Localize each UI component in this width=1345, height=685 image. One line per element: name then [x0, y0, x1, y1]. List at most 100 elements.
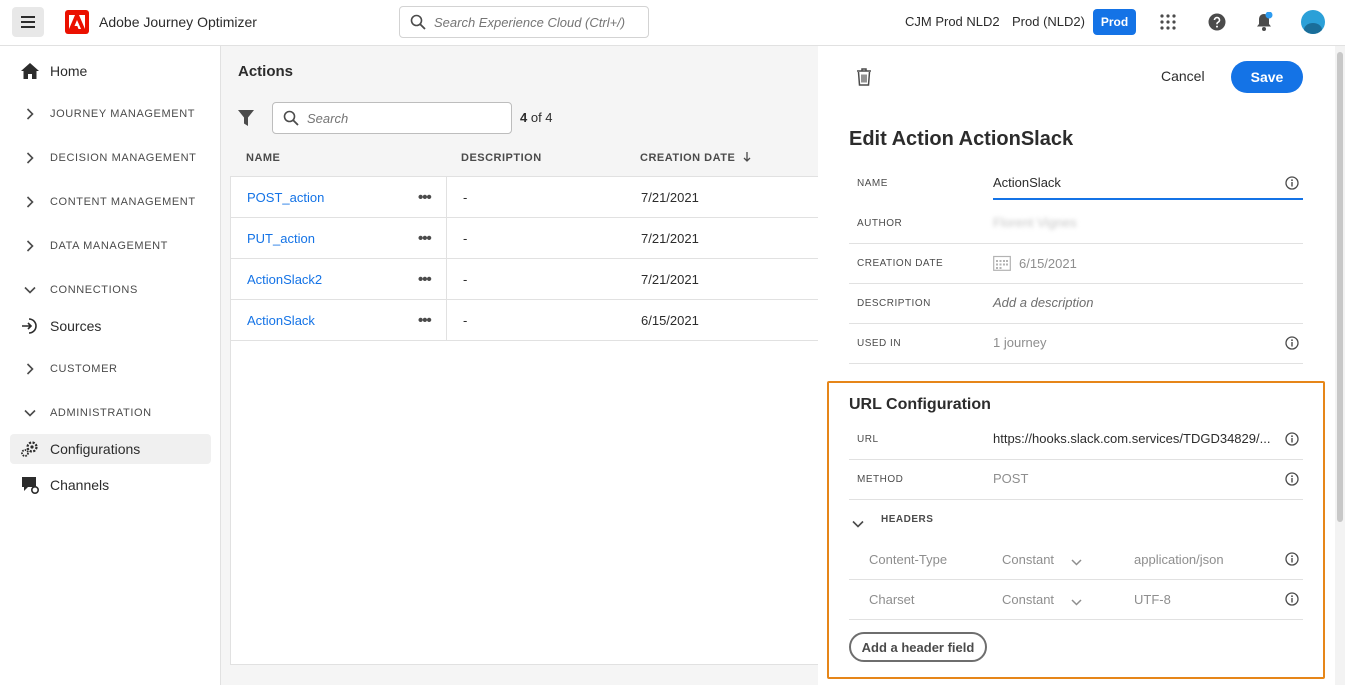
chevron-down-icon — [10, 409, 50, 417]
sidebar-item-label: Home — [50, 63, 88, 79]
url-field-row: URL https://hooks.slack.com.services/TDG… — [849, 420, 1303, 460]
sidebar-section-connections[interactable]: CONNECTIONS — [10, 275, 211, 305]
sidebar-section-decision-management[interactable]: DECISION MANAGEMENT — [10, 143, 211, 173]
left-nav: Home JOURNEY MANAGEMENT DECISION MANAGEM… — [0, 46, 221, 685]
header-source-select[interactable]: Constant — [1002, 592, 1054, 607]
action-date: 6/15/2021 — [641, 313, 699, 328]
method-value[interactable]: POST — [993, 471, 1028, 486]
info-icon[interactable] — [1285, 336, 1299, 355]
table-row[interactable]: ActionSlack ••• - 6/15/2021 — [231, 300, 819, 341]
action-date: 7/21/2021 — [641, 272, 699, 287]
actions-table: POST_action ••• - 7/21/2021 PUT_action •… — [230, 176, 819, 665]
info-icon[interactable] — [1285, 472, 1299, 491]
action-date: 7/21/2021 — [641, 190, 699, 205]
header-key[interactable]: Content-Type — [869, 552, 947, 567]
sidebar-section-content-management[interactable]: CONTENT MANAGEMENT — [10, 187, 211, 217]
used-in-field-row: USED IN 1 journey — [849, 324, 1303, 364]
header-source-select[interactable]: Constant — [1002, 552, 1054, 567]
sidebar-section-customer[interactable]: CUSTOMER — [10, 354, 211, 384]
actions-search-input[interactable] — [307, 110, 487, 126]
author-value: Florent Vignes — [993, 215, 1077, 230]
chevron-down-icon[interactable] — [1071, 593, 1082, 611]
sidebar-item-channels[interactable]: Channels — [10, 470, 211, 500]
chevron-right-icon — [10, 152, 50, 164]
more-options-icon[interactable]: ••• — [418, 230, 432, 247]
method-field-row: METHOD POST — [849, 460, 1303, 500]
actions-search[interactable] — [272, 102, 512, 134]
info-icon[interactable] — [1285, 592, 1299, 611]
chevron-right-icon — [10, 363, 50, 375]
scrollbar-thumb[interactable] — [1337, 52, 1343, 522]
action-name-link[interactable]: ActionSlack — [247, 313, 315, 328]
more-options-icon[interactable]: ••• — [418, 189, 432, 206]
sidebar-section-label: CONTENT MANAGEMENT — [50, 196, 196, 208]
header-value[interactable]: UTF-8 — [1134, 592, 1171, 607]
sidebar-section-label: CUSTOMER — [50, 363, 118, 375]
table-row[interactable]: ActionSlack2 ••• - 7/21/2021 — [231, 259, 819, 300]
method-label: METHOD — [857, 474, 904, 485]
notifications-bell-icon[interactable] — [1254, 12, 1274, 32]
menu-toggle-button[interactable] — [12, 7, 44, 37]
table-row[interactable]: PUT_action ••• - 7/21/2021 — [231, 218, 819, 259]
home-icon — [10, 63, 50, 79]
column-header-name[interactable]: NAME — [246, 152, 280, 164]
action-name-link[interactable]: POST_action — [247, 190, 324, 205]
sidebar-section-data-management[interactable]: DATA MANAGEMENT — [10, 231, 211, 261]
sidebar-item-label: Channels — [50, 477, 110, 493]
actions-list-area: Actions 4 of 4 NAME DESCRIPTION CREATION… — [221, 46, 819, 685]
result-count: 4 of 4 — [520, 110, 553, 125]
column-header-creation-date[interactable]: CREATION DATE — [640, 152, 751, 164]
sidebar-section-label: ADMINISTRATION — [50, 407, 152, 419]
env-badge[interactable]: Prod — [1093, 9, 1136, 35]
result-count-total: of 4 — [527, 110, 553, 125]
cancel-button[interactable]: Cancel — [1161, 68, 1205, 84]
chevron-right-icon — [10, 108, 50, 120]
chevron-down-icon[interactable] — [1071, 553, 1082, 571]
scrollbar[interactable] — [1335, 46, 1345, 685]
global-search[interactable] — [399, 6, 649, 38]
org-switcher[interactable]: CJM Prod NLD2 — [905, 14, 1000, 29]
avatar[interactable] — [1301, 10, 1325, 34]
info-icon[interactable] — [1285, 552, 1299, 571]
creation-date-field-row: CREATION DATE 6/15/2021 — [849, 244, 1303, 284]
description-input[interactable]: Add a description — [993, 295, 1093, 310]
action-name-link[interactable]: ActionSlack2 — [247, 272, 322, 287]
adobe-logo-icon[interactable] — [65, 10, 89, 34]
add-header-field-button[interactable]: Add a header field — [849, 632, 987, 662]
save-button[interactable]: Save — [1231, 61, 1303, 93]
header-value[interactable]: application/json — [1134, 552, 1224, 567]
info-icon[interactable] — [1285, 432, 1299, 451]
more-options-icon[interactable]: ••• — [418, 312, 432, 329]
header-key[interactable]: Charset — [869, 592, 915, 607]
sources-icon — [10, 318, 50, 334]
sidebar-section-administration[interactable]: ADMINISTRATION — [10, 398, 211, 428]
app-name[interactable]: Adobe Journey Optimizer — [99, 14, 257, 30]
help-icon[interactable] — [1207, 12, 1227, 32]
url-input[interactable]: https://hooks.slack.com.services/TDGD348… — [993, 431, 1273, 446]
gear-icon — [10, 440, 50, 458]
global-search-input[interactable] — [434, 14, 634, 30]
hamburger-icon — [21, 16, 35, 28]
sidebar-item-sources[interactable]: Sources — [10, 311, 211, 341]
column-header-description[interactable]: DESCRIPTION — [461, 152, 542, 164]
arrow-down-sort-icon — [743, 152, 751, 162]
filter-icon[interactable] — [237, 109, 255, 132]
sidebar-section-label: JOURNEY MANAGEMENT — [50, 108, 196, 120]
sidebar-section-journey-management[interactable]: JOURNEY MANAGEMENT — [10, 99, 211, 129]
creation-date-value: 6/15/2021 — [993, 255, 1077, 271]
sidebar-item-home[interactable]: Home — [10, 56, 211, 86]
more-options-icon[interactable]: ••• — [418, 271, 432, 288]
top-bar: Adobe Journey Optimizer CJM Prod NLD2 Pr… — [0, 0, 1345, 46]
headers-toggle[interactable]: HEADERS — [849, 500, 1303, 540]
url-label: URL — [857, 434, 879, 445]
info-icon[interactable] — [1285, 176, 1299, 195]
apps-grid-icon[interactable] — [1158, 12, 1178, 32]
sidebar-item-configurations[interactable]: Configurations — [10, 434, 211, 464]
table-row[interactable]: POST_action ••• - 7/21/2021 — [231, 177, 819, 218]
sandbox-switcher[interactable]: Prod (NLD2) — [1012, 14, 1085, 29]
action-name-link[interactable]: PUT_action — [247, 231, 315, 246]
delete-trash-icon[interactable] — [856, 68, 872, 91]
action-description: - — [463, 313, 468, 328]
headers-label: HEADERS — [881, 514, 934, 525]
name-input[interactable] — [993, 166, 1303, 200]
